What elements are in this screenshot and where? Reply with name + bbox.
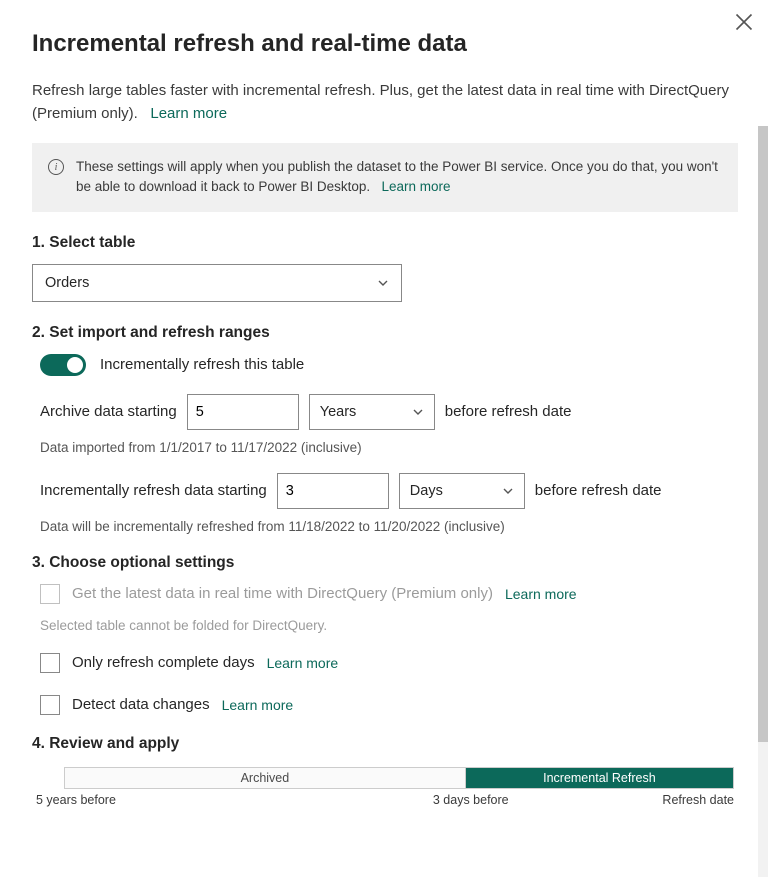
archive-unit-value: Years [320,404,357,420]
section-review: 4. Review and apply Archived Incremental… [32,735,738,811]
scrollbar[interactable] [758,126,768,877]
complete-days-checkbox[interactable] [40,653,60,673]
close-button[interactable] [734,12,754,32]
directquery-learn-more-link[interactable]: Learn more [505,586,577,602]
archive-suffix: before refresh date [445,403,572,420]
dialog-title: Incremental refresh and real-time data [32,30,738,58]
timeline-archived-bar: Archived [65,768,466,788]
info-banner-text: These settings will apply when you publi… [76,157,722,198]
detect-changes-checkbox[interactable] [40,695,60,715]
section-optional: 3. Choose optional settings Get the late… [32,554,738,715]
chevron-down-icon [412,406,424,418]
archive-label: Archive data starting [40,403,177,420]
close-icon [734,12,754,32]
chevron-down-icon [377,277,389,289]
refresh-value-input[interactable] [277,473,389,509]
detect-changes-learn-more-link[interactable]: Learn more [222,697,294,713]
section-ranges: 2. Set import and refresh ranges Increme… [32,324,738,534]
directquery-label: Get the latest data in real time with Di… [72,585,493,602]
description-text: Refresh large tables faster with increme… [32,82,729,122]
refresh-suffix: before refresh date [535,482,662,499]
directquery-checkbox [40,584,60,604]
info-icon: i [48,159,64,175]
archive-value-input[interactable] [187,394,299,430]
scrollbar-thumb[interactable] [758,126,768,742]
timeline-tick-mid: 3 days before [433,793,509,807]
directquery-hint: Selected table cannot be folded for Dire… [32,618,738,633]
dialog-description: Refresh large tables faster with increme… [32,80,738,125]
archive-hint: Data imported from 1/1/2017 to 11/17/202… [32,440,738,455]
section-select-table: 1. Select table Orders [32,234,738,302]
info-banner: i These settings will apply when you pub… [32,143,738,212]
section3-heading: 3. Choose optional settings [32,554,738,572]
timeline-tick-right: Refresh date [662,793,734,807]
incremental-toggle[interactable] [40,354,86,376]
banner-learn-more-link[interactable]: Learn more [381,179,450,194]
section4-heading: 4. Review and apply [32,735,738,753]
complete-days-learn-more-link[interactable]: Learn more [267,655,339,671]
section2-heading: 2. Set import and refresh ranges [32,324,738,342]
archive-unit-select[interactable]: Years [309,394,435,430]
refresh-unit-value: Days [410,483,443,499]
table-select-value: Orders [45,275,89,291]
timeline-tick-left: 5 years before [36,793,116,807]
description-learn-more-link[interactable]: Learn more [150,105,227,122]
table-select[interactable]: Orders [32,264,402,302]
chevron-down-icon [502,485,514,497]
section1-heading: 1. Select table [32,234,738,252]
incremental-toggle-label: Incrementally refresh this table [100,356,304,373]
refresh-unit-select[interactable]: Days [399,473,525,509]
timeline-refresh-bar: Incremental Refresh [466,768,733,788]
complete-days-label: Only refresh complete days [72,654,255,671]
refresh-hint: Data will be incrementally refreshed fro… [32,519,738,534]
detect-changes-label: Detect data changes [72,696,210,713]
refresh-label: Incrementally refresh data starting [40,482,267,499]
toggle-knob [67,357,83,373]
timeline: Archived Incremental Refresh 5 years bef… [32,767,738,811]
